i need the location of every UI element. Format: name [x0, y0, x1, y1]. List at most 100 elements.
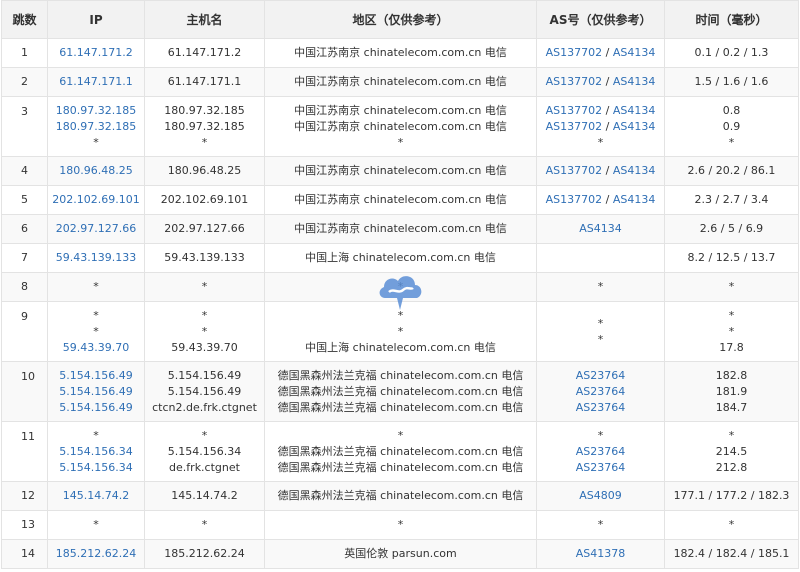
as-link[interactable]: AS137702: [546, 120, 603, 133]
ip-cell-value[interactable]: 180.97.32.185: [48, 119, 144, 135]
hostname-cell: 145.14.74.2: [144, 481, 265, 511]
region-cell-value: 德国黑森州法兰克福 chinatelecom.com.cn 电信: [277, 384, 524, 398]
hop-cell: 7: [1, 243, 48, 273]
time-cell-value: 2.6 / 5 / 6.9: [699, 222, 764, 235]
time-cell: * * 17.8: [664, 301, 799, 362]
as-line: AS23764: [537, 444, 664, 460]
hop-cell: 13: [1, 510, 48, 540]
region-cell-value: 英国伦敦 parsun.com: [344, 547, 457, 560]
ip-cell: 61.147.171.1: [47, 67, 145, 97]
as-link[interactable]: AS4134: [613, 75, 656, 88]
time-cell-value: 0.1 / 0.2 / 1.3: [694, 46, 769, 59]
table-row: 3 180.97.32.185 180.97.32.185 * 180.97.32.18…: [1, 96, 799, 157]
hop-cell: 2: [1, 67, 48, 97]
ip-cell-value[interactable]: 202.102.69.101: [48, 192, 144, 208]
time-cell: *: [664, 510, 799, 540]
as-link[interactable]: AS23764: [576, 385, 626, 398]
ip-cell-value[interactable]: 5.154.156.34: [48, 460, 144, 476]
hostname-cell-value: 5.154.156.34: [167, 444, 242, 458]
ip-cell-value[interactable]: 59.43.39.70: [48, 340, 144, 356]
cloud-logo-icon: [379, 276, 422, 310]
time-cell-value: *: [728, 308, 735, 322]
as-cell: AS137702 / AS4134 AS137702 / AS4134 *: [536, 96, 665, 157]
hop-cell: 6: [1, 214, 48, 244]
table-row: 1 61.147.171.2 61.147.171.2 中国江苏南京 chinatel…: [1, 38, 799, 68]
ip-cell-value[interactable]: 5.154.156.49: [48, 400, 144, 416]
ip-cell-value[interactable]: 185.212.62.24: [48, 546, 144, 562]
as-link[interactable]: AS4134: [613, 164, 656, 177]
as-cell: AS137702 / AS4134: [536, 38, 665, 68]
hop-cell: 5: [1, 185, 48, 215]
ip-cell-value[interactable]: 59.43.139.133: [48, 250, 144, 266]
ip-cell-value[interactable]: 180.97.32.185: [48, 103, 144, 119]
ip-cell-value[interactable]: 61.147.171.2: [48, 45, 144, 61]
ip-cell: *: [47, 272, 145, 302]
as-line: *: [537, 332, 664, 348]
as-cell: AS137702 / AS4134: [536, 156, 665, 186]
as-link[interactable]: AS137702: [546, 193, 603, 206]
region-cell-value: 德国黑森州法兰克福 chinatelecom.com.cn 电信: [277, 368, 524, 382]
hop-cell: 9: [1, 301, 48, 362]
hostname-cell-value: *: [201, 308, 208, 322]
ip-cell-value[interactable]: 202.97.127.66: [48, 221, 144, 237]
ip-cell-value[interactable]: 5.154.156.49: [48, 384, 144, 400]
region-cell: 中国江苏南京 chinatelecom.com.cn 电信: [264, 38, 537, 68]
as-link[interactable]: AS137702: [546, 75, 603, 88]
table-row: 5 202.102.69.101 202.102.69.101 中国江苏南京 chin…: [1, 185, 799, 215]
ip-cell-value: *: [93, 324, 99, 338]
ip-cell-value[interactable]: 145.14.74.2: [48, 488, 144, 504]
region-cell-value: *: [397, 518, 404, 531]
as-link[interactable]: AS4134: [579, 222, 622, 235]
header-as: AS号（仅供参考）: [536, 0, 665, 39]
hostname-cell-value: de.frk.ctgnet: [169, 460, 240, 474]
table-row: 13 * * * * *: [1, 510, 799, 540]
hostname-cell: 5.154.156.49 5.154.156.49 ctcn2.de.frk.ctg…: [144, 361, 265, 422]
region-cell: 中国江苏南京 chinatelecom.com.cn 电信: [264, 214, 537, 244]
time-cell: 182.8 181.9 184.7: [664, 361, 799, 422]
as-link[interactable]: AS4134: [613, 193, 656, 206]
ip-cell-value[interactable]: 5.154.156.49: [48, 368, 144, 384]
ip-cell: 145.14.74.2: [47, 481, 145, 511]
as-link[interactable]: AS23764: [576, 401, 626, 414]
hostname-cell: 180.96.48.25: [144, 156, 265, 186]
ip-cell-value[interactable]: 180.96.48.25: [48, 163, 144, 179]
time-cell: * 214.5 212.8: [664, 421, 799, 482]
ip-cell: * 5.154.156.34 5.154.156.34: [47, 421, 145, 482]
as-link[interactable]: AS4134: [613, 46, 656, 59]
header-hop: 跳数: [1, 0, 48, 39]
ip-cell-value: *: [93, 428, 99, 442]
as-link[interactable]: AS23764: [576, 461, 626, 474]
as-link[interactable]: AS4134: [613, 120, 656, 133]
region-cell-value: 中国江苏南京 chinatelecom.com.cn 电信: [294, 222, 507, 235]
region-cell: 中国江苏南京 chinatelecom.com.cn 电信: [264, 156, 537, 186]
time-cell-value: 182.4 / 182.4 / 185.1: [673, 547, 790, 560]
header-ip: IP: [47, 0, 145, 39]
time-cell-value: 214.5: [715, 444, 748, 458]
as-link[interactable]: AS4134: [613, 104, 656, 117]
ip-cell: *: [47, 510, 145, 540]
as-link[interactable]: AS23764: [576, 445, 626, 458]
header-region: 地区（仅供参考）: [264, 0, 537, 39]
as-link[interactable]: AS137702: [546, 164, 603, 177]
as-link[interactable]: AS23764: [576, 369, 626, 382]
time-cell-value: 1.5 / 1.6 / 1.6: [694, 75, 769, 88]
hostname-cell-value: 185.212.62.24: [164, 547, 245, 560]
region-cell: 德国黑森州法兰克福 chinatelecom.com.cn 电信: [264, 481, 537, 511]
region-cell-value: *: [397, 135, 404, 149]
time-cell: *: [664, 272, 799, 302]
time-cell: 0.8 0.9 *: [664, 96, 799, 157]
as-link[interactable]: AS137702: [546, 104, 603, 117]
time-cell: 2.3 / 2.7 / 3.4: [664, 185, 799, 215]
as-line: AS137702 / AS4134: [545, 75, 656, 88]
ip-cell-value[interactable]: 61.147.171.1: [48, 74, 144, 90]
region-cell-value: 中国江苏南京 chinatelecom.com.cn 电信: [294, 193, 507, 206]
as-link[interactable]: AS41378: [576, 547, 626, 560]
ip-cell-value[interactable]: 5.154.156.34: [48, 444, 144, 460]
ip-cell: 202.97.127.66: [47, 214, 145, 244]
as-link[interactable]: AS4809: [579, 489, 622, 502]
table-row: 14 185.212.62.24 185.212.62.24 英国伦敦 parsun.…: [1, 539, 799, 569]
hop-cell: 3: [1, 96, 48, 157]
as-link[interactable]: AS137702: [546, 46, 603, 59]
region-cell-value: 中国江苏南京 chinatelecom.com.cn 电信: [294, 164, 507, 177]
ip-cell-value: *: [93, 135, 99, 149]
